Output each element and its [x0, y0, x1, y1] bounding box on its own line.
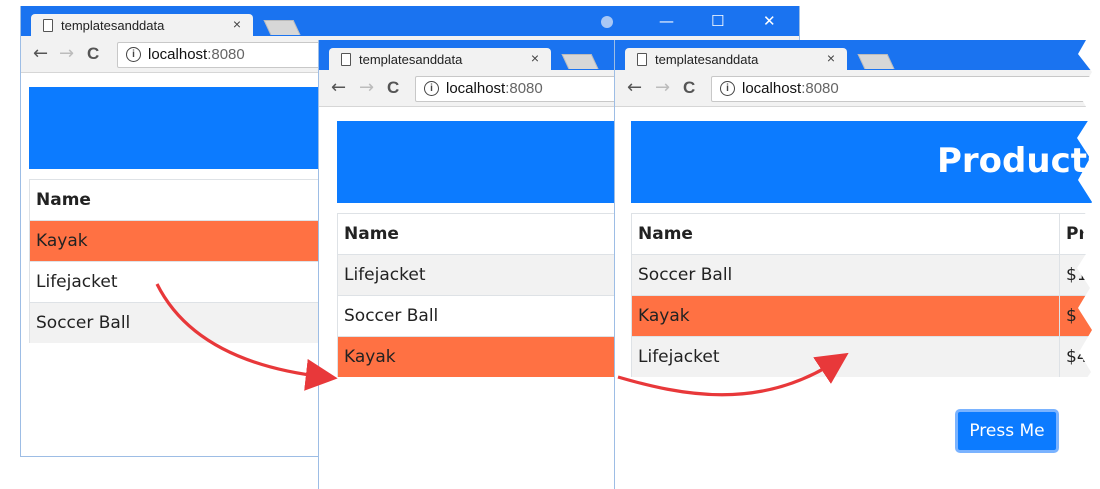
back-icon[interactable]: ← — [33, 43, 48, 64]
tab-title: templatesanddata — [359, 52, 463, 67]
reload-icon[interactable]: C — [387, 78, 399, 98]
tab-strip: templatesanddata × — ☐ ✕ — [21, 6, 799, 36]
press-me-button[interactable]: Press Me — [955, 409, 1059, 453]
forward-icon[interactable]: → — [359, 77, 374, 98]
cell-name: Soccer Ball — [29, 302, 330, 343]
tab-close-icon[interactable]: × — [233, 16, 241, 32]
tab-strip: templatesanddata × — [615, 40, 1100, 70]
address-host: localhost — [446, 80, 506, 97]
table-header-row: Name — [29, 179, 330, 221]
header-bar: Products — [631, 121, 1100, 203]
address-text: localhost:8080 — [148, 46, 245, 63]
address-host: localhost — [148, 46, 208, 63]
table-row: Kayak — [29, 220, 330, 262]
info-icon[interactable]: i — [424, 81, 439, 96]
products-table: Name Kayak Lifejacket Soccer Ball — [29, 179, 330, 343]
maximize-icon[interactable]: ☐ — [711, 12, 724, 30]
column-header-name: Name — [631, 213, 1060, 255]
close-window-icon[interactable]: ✕ — [763, 12, 776, 30]
cell-name: Soccer Ball — [337, 295, 614, 337]
page-content: Name Lifejacket Soccer Ball Kayak — [319, 107, 614, 489]
cell-name: Soccer Ball — [631, 254, 1060, 296]
address-port: :8080 — [505, 80, 543, 97]
table-row: Soccer Ball $19 — [631, 254, 1100, 296]
browser-toolbar: ← → C i localhost:8080 — [615, 70, 1100, 107]
column-header-price: Pr — [1059, 213, 1100, 255]
cell-name: Lifejacket — [631, 336, 1060, 377]
page-title: Products — [937, 141, 1100, 181]
cell-name: Kayak — [631, 295, 1060, 337]
cell-name: Lifejacket — [29, 261, 330, 303]
tab-close-icon[interactable]: × — [827, 50, 835, 66]
reload-icon[interactable]: C — [683, 78, 695, 98]
cell-price: $ — [1059, 295, 1100, 337]
forward-icon[interactable]: → — [59, 43, 74, 64]
table-row: Lifejacket — [29, 261, 330, 303]
page-icon — [43, 19, 53, 32]
new-tab-button[interactable] — [561, 54, 599, 69]
cell-name: Lifejacket — [337, 254, 614, 296]
back-icon[interactable]: ← — [331, 77, 346, 98]
table-header-row: Name Pr — [631, 213, 1100, 255]
cell-price: $48 — [1059, 336, 1100, 377]
browser-tab[interactable]: templatesanddata × — [625, 48, 847, 70]
column-header-name: Name — [29, 179, 330, 221]
tab-close-icon[interactable]: × — [531, 50, 539, 66]
page-content: Products Name Pr Soccer Ball $19 Kayak $… — [615, 107, 1100, 489]
cell-name: Kayak — [29, 220, 330, 262]
column-header-name: Name — [337, 213, 614, 255]
browser-window-3: templatesanddata × ← → C i localhost:808… — [614, 40, 1100, 489]
table-row: Kayak — [337, 336, 614, 377]
address-text: localhost:8080 — [446, 80, 543, 97]
table-header-row: Name — [337, 213, 614, 255]
forward-icon[interactable]: → — [655, 77, 670, 98]
header-bar — [29, 87, 329, 169]
table-row: Lifejacket $48 — [631, 336, 1100, 377]
new-tab-button[interactable] — [857, 54, 895, 69]
address-bar[interactable]: i localhost:8080 — [415, 76, 614, 102]
tab-title: templatesanddata — [61, 18, 165, 33]
tab-strip: templatesanddata × — [319, 40, 614, 70]
table-row: Lifejacket — [337, 254, 614, 296]
table-row: Soccer Ball — [337, 295, 614, 337]
info-icon[interactable]: i — [720, 81, 735, 96]
profile-icon[interactable] — [601, 16, 613, 28]
info-icon[interactable]: i — [126, 47, 141, 62]
table-row: Soccer Ball — [29, 302, 330, 343]
address-host: localhost — [742, 80, 802, 97]
page-icon — [637, 53, 647, 66]
address-bar[interactable]: i localhost:8080 — [711, 76, 1100, 102]
reload-icon[interactable]: C — [87, 44, 99, 64]
back-icon[interactable]: ← — [627, 77, 642, 98]
browser-tab[interactable]: templatesanddata × — [31, 14, 253, 36]
products-table: Name Pr Soccer Ball $19 Kayak $ Lifejack… — [631, 213, 1100, 377]
table-row: Kayak $ — [631, 295, 1100, 337]
address-port: :8080 — [801, 80, 839, 97]
cell-name: Kayak — [337, 336, 614, 377]
browser-toolbar: ← → C i localhost:8080 — [319, 70, 614, 107]
header-bar — [337, 121, 614, 203]
cell-price: $19 — [1059, 254, 1100, 296]
page-icon — [341, 53, 351, 66]
address-port: :8080 — [207, 46, 245, 63]
browser-tab[interactable]: templatesanddata × — [329, 48, 551, 70]
minimize-icon[interactable]: — — [659, 12, 674, 30]
browser-window-2: templatesanddata × ← → C i localhost:808… — [318, 40, 615, 489]
products-table: Name Lifejacket Soccer Ball Kayak — [337, 213, 614, 377]
tab-title: templatesanddata — [655, 52, 759, 67]
new-tab-button[interactable] — [263, 20, 301, 35]
address-text: localhost:8080 — [742, 80, 839, 97]
